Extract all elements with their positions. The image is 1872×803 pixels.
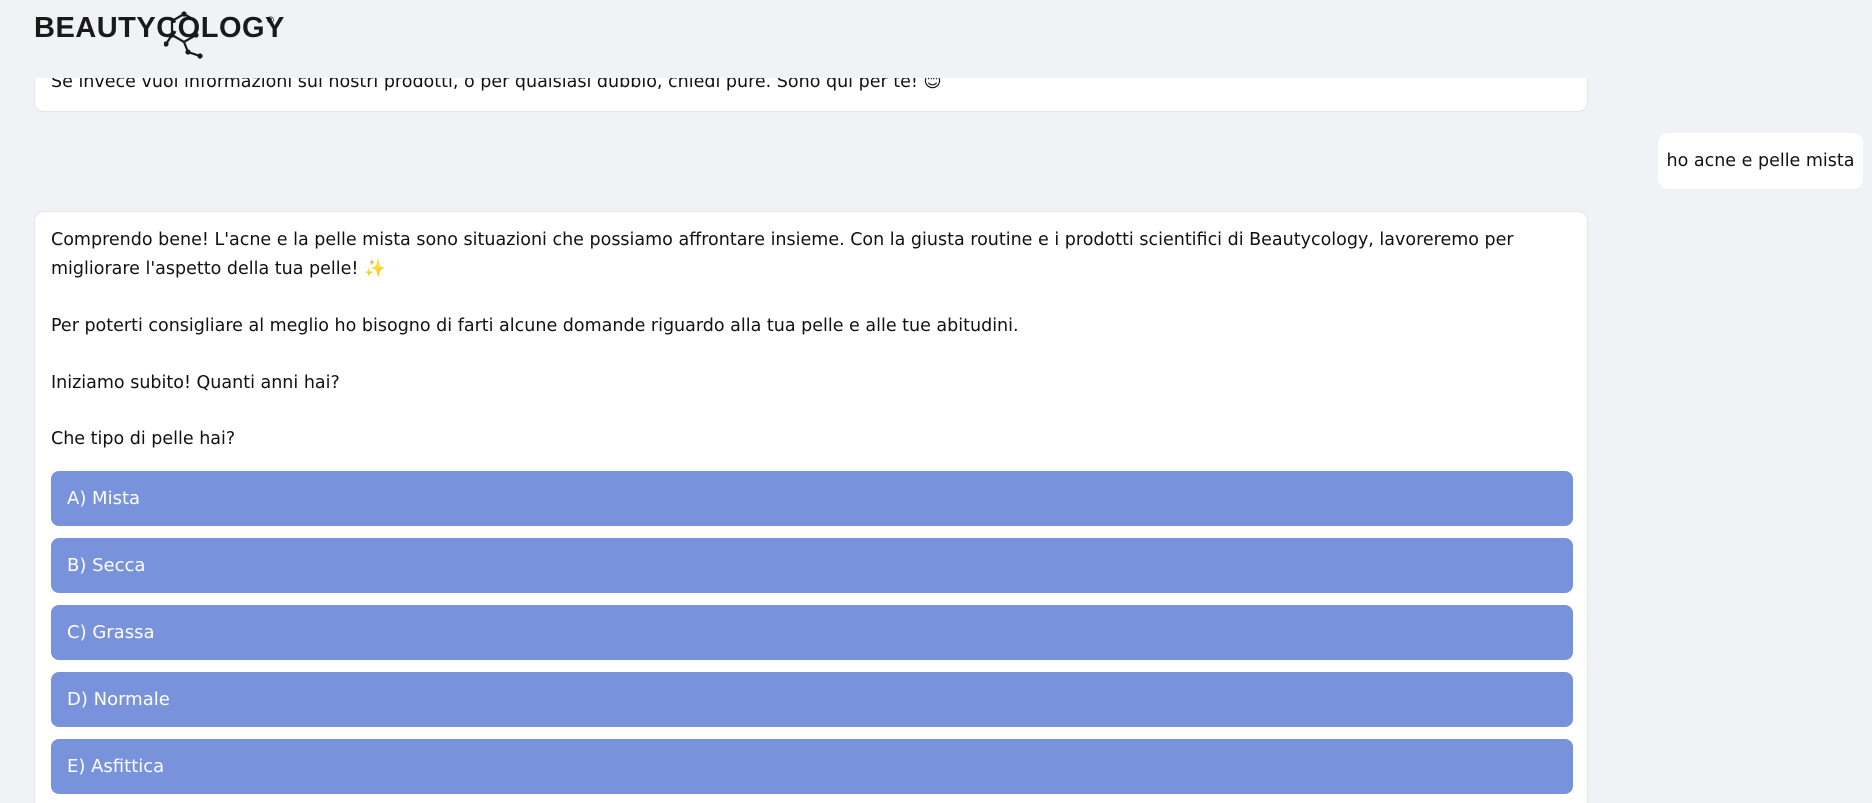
- option-button-b[interactable]: B) Secca: [51, 538, 1573, 593]
- bot-paragraph-2: Per poterti consigliare al meglio ho bis…: [51, 316, 1019, 336]
- option-button-d[interactable]: D) Normale: [51, 672, 1573, 727]
- option-button-c[interactable]: C) Grassa: [51, 605, 1573, 660]
- header: BEAUTYCOLOGY ®: [0, 0, 1872, 78]
- bot-question: Che tipo di pelle hai?: [51, 429, 236, 449]
- molecule-logo-icon: [164, 11, 203, 59]
- brand-logo[interactable]: BEAUTYCOLOGY: [34, 12, 285, 45]
- bot-paragraph-1: Comprendo bene! L'acne e la pelle mista …: [51, 230, 1514, 279]
- registered-mark: ®: [266, 16, 275, 26]
- option-button-a[interactable]: A) Mista: [51, 471, 1573, 526]
- bot-paragraph-3: Iniziamo subito! Quanti anni hai?: [51, 373, 340, 393]
- chat-page: Se invece vuoi informazioni sui nostri p…: [0, 0, 1872, 803]
- user-message: ho acne e pelle mista: [1658, 133, 1863, 189]
- brand-name: BEAUTYCOLOGY: [34, 12, 285, 44]
- chat-stream: Se invece vuoi informazioni sui nostri p…: [0, 0, 1872, 803]
- answer-options: A) Mista B) Secca C) Grassa D) Normale E…: [51, 471, 1573, 803]
- bot-message: Comprendo bene! L'acne e la pelle mista …: [34, 211, 1588, 803]
- option-button-e[interactable]: E) Asfittica: [51, 739, 1573, 794]
